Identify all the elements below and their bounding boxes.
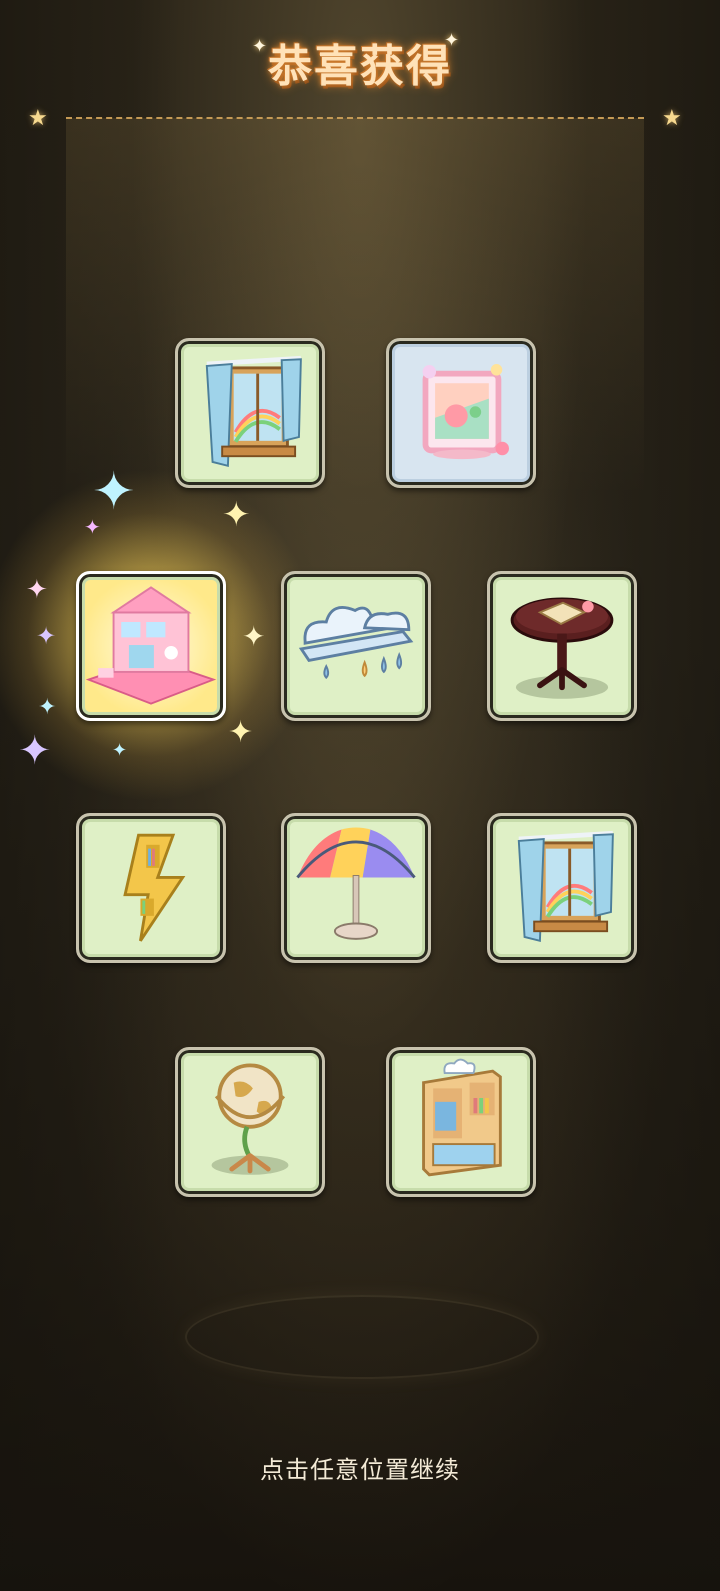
star-icon: ✦ xyxy=(252,36,268,57)
reward-card-cloud-wardrobe[interactable] xyxy=(386,1047,536,1197)
page-title: 恭喜获得 xyxy=(268,41,452,92)
cloud-wardrobe-icon xyxy=(422,1058,502,1177)
floor-ring xyxy=(185,1295,539,1379)
lightning-bookshelf-icon xyxy=(123,833,186,942)
globe-stand-icon xyxy=(211,1063,289,1175)
round-table-with-book-icon xyxy=(510,597,614,699)
continue-hint[interactable]: 点击任意位置继续 xyxy=(0,1450,720,1485)
reward-card-pink-dollhouse[interactable] xyxy=(76,571,226,721)
rain-curtain-window-icon xyxy=(205,355,302,468)
star-icon: ★ xyxy=(662,106,682,131)
rain-cloud-shelf-icon xyxy=(298,606,414,680)
spotlight xyxy=(66,118,644,498)
reward-card-globe-stand[interactable] xyxy=(175,1047,325,1197)
rainbow-umbrella-table-icon xyxy=(296,827,416,940)
reward-card-candy-frame-window[interactable] xyxy=(386,338,536,488)
reward-card-rain-curtain-window[interactable] xyxy=(175,338,325,488)
reward-card-rain-cloud-shelf[interactable] xyxy=(281,571,431,721)
reward-card-rain-curtain-window[interactable] xyxy=(487,813,637,963)
reward-card-lightning-bookshelf[interactable] xyxy=(76,813,226,963)
star-icon: ✦ xyxy=(444,30,460,51)
reward-card-round-table-book[interactable] xyxy=(487,571,637,721)
candy-frame-window-icon xyxy=(422,364,509,460)
pink-dollhouse-scene-icon xyxy=(85,586,217,705)
reward-card-rainbow-umbrella[interactable] xyxy=(281,813,431,963)
rain-curtain-window-icon xyxy=(517,830,614,943)
star-icon: ★ xyxy=(28,106,48,131)
divider xyxy=(66,117,644,119)
